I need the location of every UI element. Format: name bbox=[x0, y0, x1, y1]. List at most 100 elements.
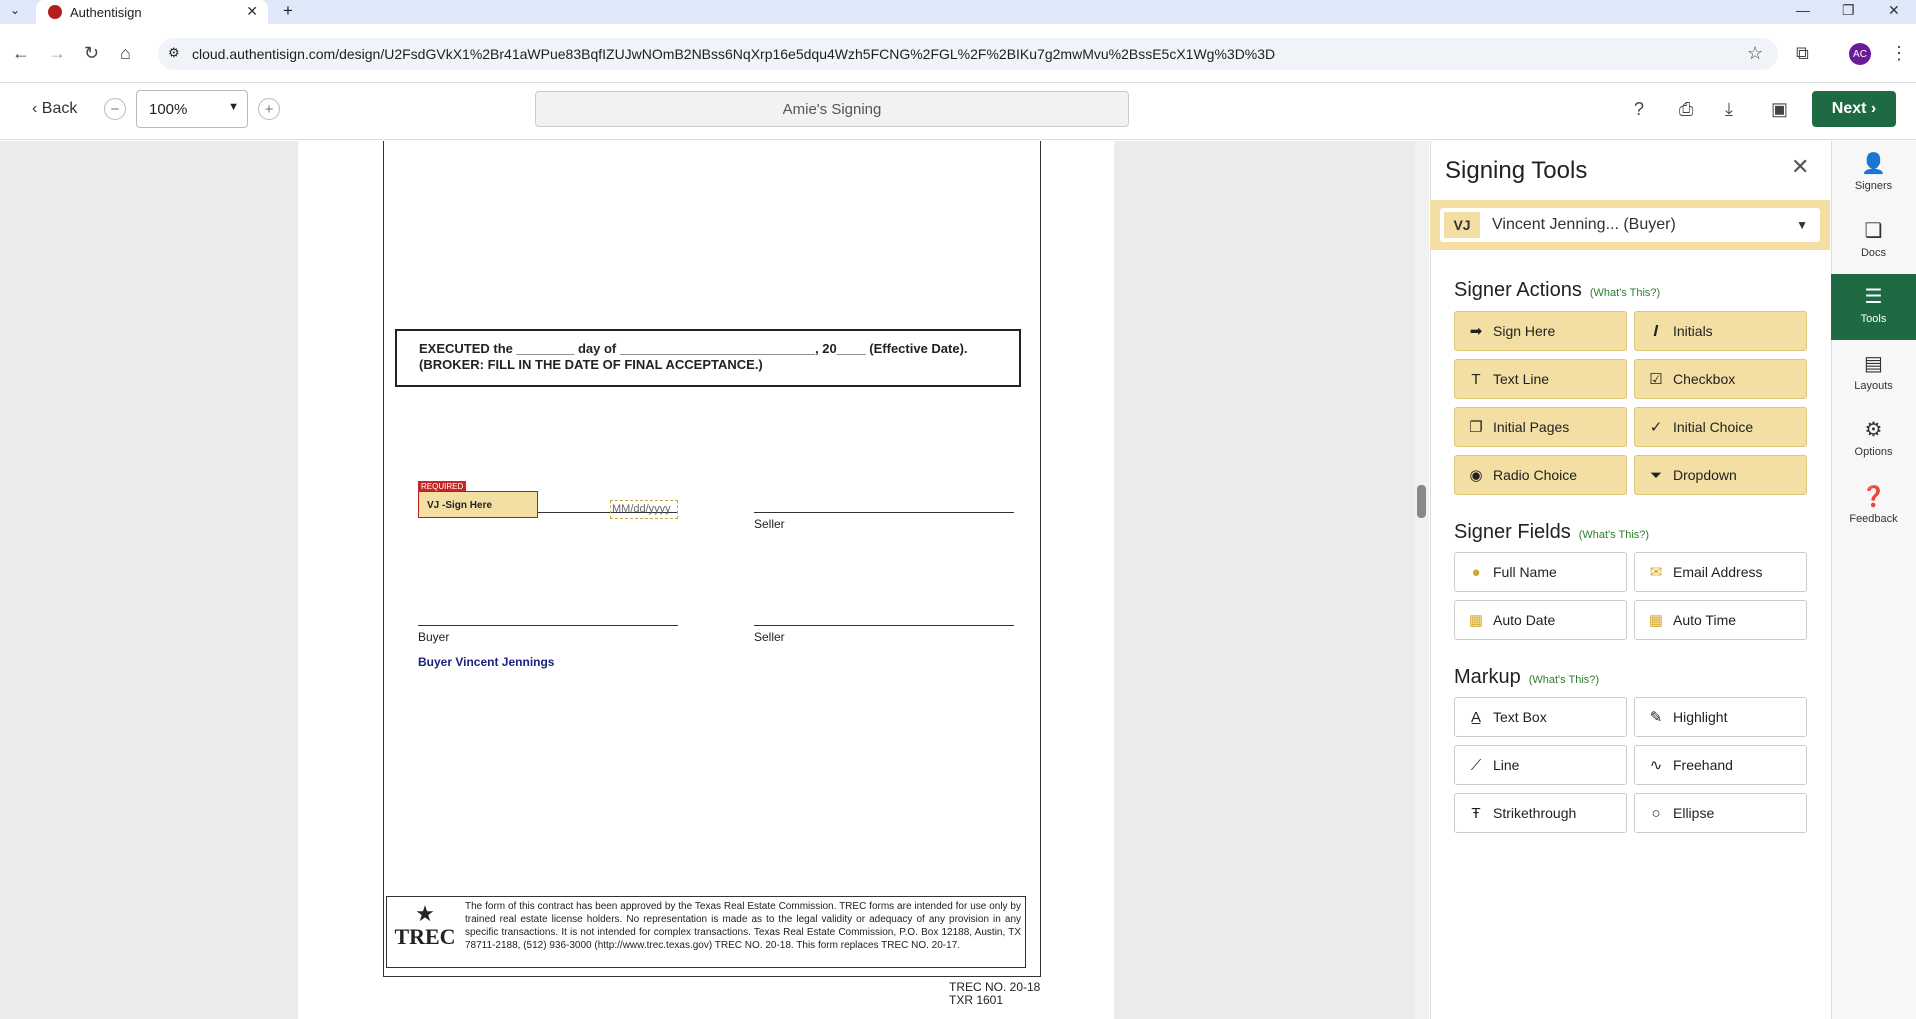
save-icon[interactable]: ▣ bbox=[1771, 99, 1788, 120]
page-border bbox=[383, 141, 1041, 977]
scrollbar-thumb[interactable] bbox=[1417, 485, 1426, 518]
highlight-tool[interactable]: ✎ Highlight bbox=[1634, 697, 1807, 737]
bookmark-star-icon[interactable]: ☆ bbox=[1747, 43, 1763, 64]
signer-badge: VJ bbox=[1444, 212, 1480, 238]
line-tool[interactable]: ⟋ Line bbox=[1454, 745, 1627, 785]
initials-icon: 𝑰 bbox=[1653, 322, 1659, 340]
home-icon[interactable]: ⌂ bbox=[120, 43, 131, 64]
tool-label: Text Line bbox=[1493, 371, 1550, 387]
auto-time-tool[interactable]: ▦ Auto Time bbox=[1634, 600, 1807, 640]
email-address-tool[interactable]: ✉ Email Address bbox=[1634, 552, 1807, 592]
rail-label: Signers bbox=[1854, 180, 1893, 192]
whats-this-link[interactable]: (What's This?) bbox=[1579, 529, 1649, 541]
scrollbar[interactable] bbox=[1415, 141, 1429, 1019]
new-tab-icon[interactable]: + bbox=[283, 1, 293, 21]
close-window-icon[interactable]: ✕ bbox=[1888, 2, 1900, 19]
tool-label: Initials bbox=[1673, 323, 1713, 339]
signer-fields-title: Signer Fields bbox=[1454, 521, 1571, 543]
initial-choice-tool[interactable]: ✓ Initial Choice bbox=[1634, 407, 1807, 447]
signer-select[interactable]: VJ Vincent Jenning... (Buyer) ▼ bbox=[1440, 208, 1820, 242]
whats-this-link[interactable]: (What's This?) bbox=[1590, 287, 1660, 299]
docs-icon: ❏ bbox=[1864, 220, 1883, 242]
markup-heading: Markup (What's This?) bbox=[1454, 666, 1599, 689]
close-icon[interactable]: ✕ bbox=[1791, 154, 1809, 180]
rail-layouts[interactable]: ▤ Layouts bbox=[1831, 341, 1916, 407]
freehand-tool[interactable]: ∿ Freehand bbox=[1634, 745, 1807, 785]
seller1-signature-line bbox=[754, 512, 1014, 513]
rail-tools[interactable]: ☰ Tools bbox=[1831, 274, 1916, 340]
print-icon[interactable]: ⎙ bbox=[1679, 99, 1693, 120]
rail-label: Options bbox=[1854, 446, 1893, 458]
tool-label: Dropdown bbox=[1673, 467, 1737, 483]
zoom-select[interactable]: 100% ▼ bbox=[136, 90, 248, 128]
sign-here-field[interactable]: VJ -Sign Here bbox=[418, 491, 538, 518]
pages-icon: ❐ bbox=[1469, 419, 1483, 436]
signer-name: Vincent Jenning... (Buyer) bbox=[1492, 216, 1676, 233]
trec-notice: The form of this contract has been appro… bbox=[465, 901, 1021, 951]
text-box-tool[interactable]: A̲ Text Box bbox=[1454, 697, 1627, 737]
document-viewer[interactable]: EXECUTED the ________ day of ___________… bbox=[0, 141, 1429, 1019]
tool-label: Text Box bbox=[1493, 709, 1547, 725]
zoom-in-button[interactable]: + bbox=[258, 98, 280, 120]
minimize-icon[interactable]: — bbox=[1796, 2, 1810, 18]
rail-options[interactable]: ⚙ Options bbox=[1831, 407, 1916, 473]
text-icon: T bbox=[1471, 370, 1481, 388]
forward-arrow-icon[interactable]: → bbox=[48, 43, 66, 64]
dropdown-tool[interactable]: ⏷ Dropdown bbox=[1634, 455, 1807, 495]
tool-label: Full Name bbox=[1493, 564, 1557, 580]
full-name-tool[interactable]: ● Full Name bbox=[1454, 552, 1627, 592]
rail-feedback[interactable]: ❓ Feedback bbox=[1831, 474, 1916, 540]
site-info-icon[interactable]: ⚙ bbox=[168, 45, 180, 61]
close-tab-icon[interactable]: ✕ bbox=[246, 3, 258, 20]
strikethrough-tool[interactable]: Ŧ Strikethrough bbox=[1454, 793, 1627, 833]
signer-actions-title: Signer Actions bbox=[1454, 279, 1582, 301]
tool-label: Initial Choice bbox=[1673, 419, 1754, 435]
profile-avatar[interactable]: AC bbox=[1849, 43, 1871, 65]
url-field[interactable]: ⚙ cloud.authentisign.com/design/U2FsdGVk… bbox=[158, 38, 1778, 70]
radio-choice-tool[interactable]: ◉ Radio Choice bbox=[1454, 455, 1627, 495]
tool-label: Radio Choice bbox=[1493, 467, 1578, 483]
trec-logo-text: TREC bbox=[394, 924, 456, 949]
checkbox-tool[interactable]: ☑ Checkbox bbox=[1634, 359, 1807, 399]
email-icon: ✉ bbox=[1649, 564, 1663, 581]
date-field[interactable]: MM/dd/yyyy bbox=[610, 500, 678, 519]
browser-tab-bar: ⌄ Authentisign ✕ + — ❐ ✕ bbox=[0, 0, 1916, 24]
whats-this-link[interactable]: (What's This?) bbox=[1529, 674, 1599, 686]
list-icon: ☰ bbox=[1864, 286, 1883, 308]
download-icon[interactable]: ⤓ bbox=[1725, 99, 1733, 120]
favicon-icon bbox=[48, 5, 62, 19]
seller2-label: Seller bbox=[754, 630, 785, 644]
initials-tool[interactable]: 𝑰 Initials bbox=[1634, 311, 1807, 351]
ellipse-tool[interactable]: ○ Ellipse bbox=[1634, 793, 1807, 833]
auto-date-tool[interactable]: ▦ Auto Date bbox=[1454, 600, 1627, 640]
sign-here-tool[interactable]: ➡ Sign Here bbox=[1454, 311, 1627, 351]
back-button[interactable]: ‹ Back bbox=[32, 100, 77, 118]
restore-icon[interactable]: ❐ bbox=[1842, 2, 1855, 19]
text-line-tool[interactable]: T Text Line bbox=[1454, 359, 1627, 399]
seller1-label: Seller bbox=[754, 517, 785, 531]
browser-tab[interactable]: Authentisign ✕ bbox=[36, 0, 268, 24]
help-icon[interactable]: ? bbox=[1634, 99, 1644, 120]
arrow-right-icon: ➡ bbox=[1469, 323, 1483, 340]
question-icon: ❓ bbox=[1861, 486, 1886, 508]
rail-docs[interactable]: ❏ Docs bbox=[1831, 208, 1916, 274]
tool-label: Auto Time bbox=[1673, 612, 1737, 628]
zoom-out-button[interactable]: − bbox=[104, 98, 126, 120]
signer-fields-heading: Signer Fields (What's This?) bbox=[1454, 521, 1649, 544]
next-button[interactable]: Next › bbox=[1812, 91, 1896, 127]
initial-pages-tool[interactable]: ❐ Initial Pages bbox=[1454, 407, 1627, 447]
rail-signers[interactable]: 👤 Signers bbox=[1831, 141, 1916, 207]
browser-menu-icon[interactable]: ⋮ bbox=[1890, 43, 1908, 64]
tab-list-icon[interactable]: ⌄ bbox=[10, 3, 20, 17]
reload-icon[interactable]: ↻ bbox=[84, 43, 99, 64]
extensions-icon[interactable]: ⧉ bbox=[1796, 43, 1809, 64]
document-name[interactable]: Amie's Signing bbox=[535, 91, 1129, 127]
markup-title: Markup bbox=[1454, 666, 1521, 688]
back-arrow-icon[interactable]: ← bbox=[12, 43, 30, 64]
rail-label: Docs bbox=[1860, 247, 1887, 259]
url-text: cloud.authentisign.com/design/U2FsdGVkX1… bbox=[192, 46, 1276, 62]
freehand-icon: ∿ bbox=[1649, 757, 1663, 774]
trec-number: TREC NO. 20-18 TXR 1601 bbox=[949, 981, 1040, 1007]
tool-label: Line bbox=[1493, 757, 1520, 773]
tool-label: Ellipse bbox=[1673, 805, 1715, 821]
